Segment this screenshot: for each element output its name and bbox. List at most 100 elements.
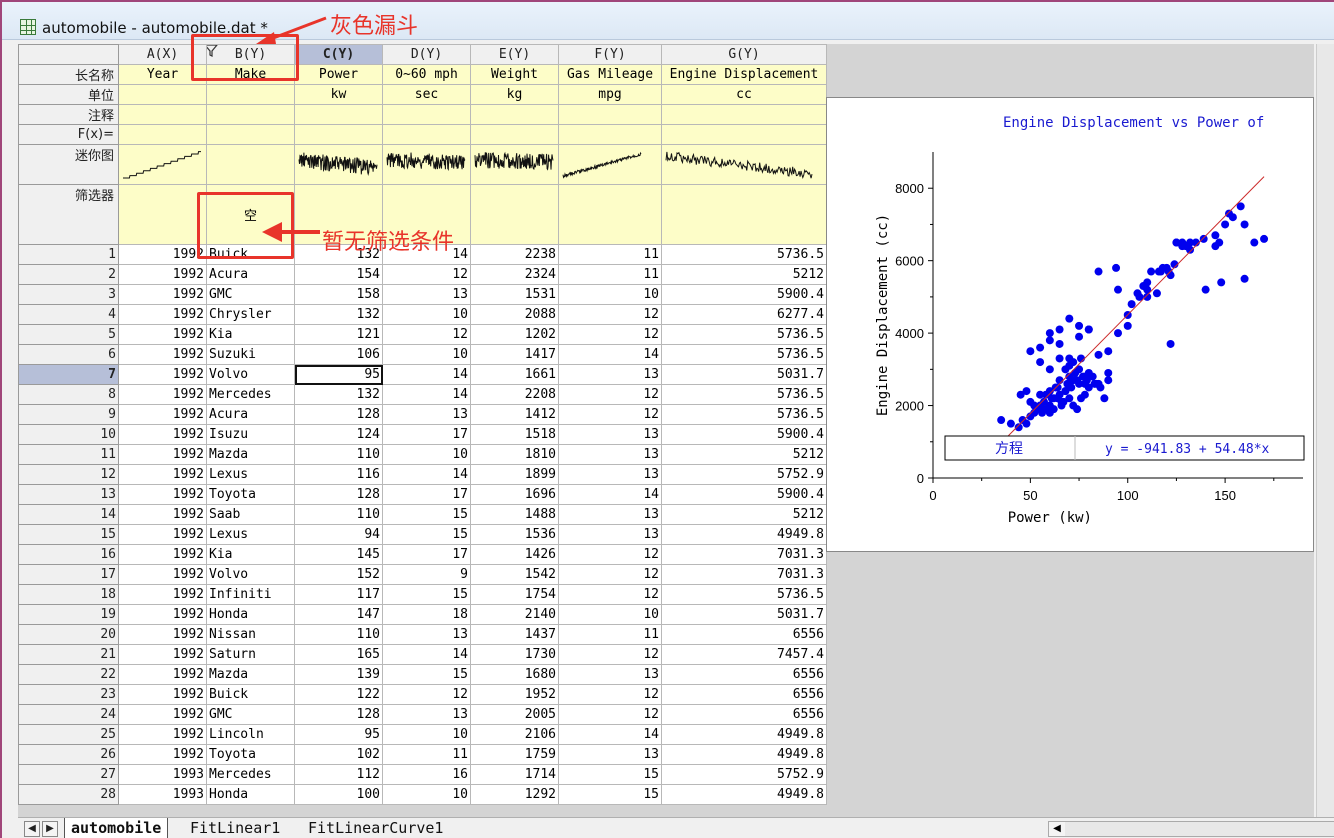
table-cell[interactable]: 2106: [470, 724, 559, 745]
table-cell[interactable]: Acura: [206, 404, 295, 425]
table-cell[interactable]: 1810: [470, 444, 559, 465]
table-cell[interactable]: Lexus: [206, 524, 295, 545]
formula-cell[interactable]: [118, 124, 207, 145]
row-number[interactable]: 16: [18, 544, 119, 565]
data-table[interactable]: A(X) B(Y) C(Y) D(Y) E(Y) F(Y) G(Y) 长名称 Year Make…: [18, 44, 827, 805]
table-cell[interactable]: 1754: [470, 584, 559, 605]
comment-cell[interactable]: [206, 104, 295, 125]
table-cell[interactable]: Mercedes: [206, 384, 295, 405]
table-cell[interactable]: 5736.5: [661, 244, 827, 265]
table-cell[interactable]: 1992: [118, 624, 207, 645]
table-cell[interactable]: 1992: [118, 544, 207, 565]
row-number[interactable]: 21: [18, 644, 119, 665]
table-cell[interactable]: 10: [382, 784, 471, 805]
table-cell[interactable]: 5736.5: [661, 404, 827, 425]
vertical-scrollbar[interactable]: [1316, 44, 1334, 817]
scatter-chart[interactable]: Engine Displacement vs Power of 0 2000 4000…: [827, 98, 1313, 551]
table-cell[interactable]: 128: [294, 404, 383, 425]
table-row[interactable]: 14 1992 Saab 110 15 1488 13 5212: [18, 504, 827, 525]
row-number[interactable]: 19: [18, 604, 119, 625]
table-cell[interactable]: 10: [382, 444, 471, 465]
table-cell[interactable]: 10: [382, 344, 471, 365]
table-cell[interactable]: 1437: [470, 624, 559, 645]
table-cell[interactable]: 1992: [118, 264, 207, 285]
table-row[interactable]: 22 1992 Mazda 139 15 1680 13 6556: [18, 664, 827, 685]
table-cell[interactable]: 13: [382, 284, 471, 305]
row-number[interactable]: 4: [18, 304, 119, 325]
table-row[interactable]: 3 1992 GMC 158 13 1531 10 5900.4: [18, 284, 827, 305]
table-cell[interactable]: 5736.5: [661, 324, 827, 345]
table-cell[interactable]: 1992: [118, 504, 207, 525]
comment-cell[interactable]: [470, 104, 559, 125]
table-cell[interactable]: 1992: [118, 564, 207, 585]
table-cell[interactable]: 7031.3: [661, 564, 827, 585]
column-header[interactable]: F(Y): [558, 44, 662, 65]
table-cell[interactable]: Toyota: [206, 744, 295, 765]
sparkline-cell[interactable]: [661, 144, 827, 185]
table-cell[interactable]: 1488: [470, 504, 559, 525]
filter-cell[interactable]: [558, 184, 662, 245]
table-cell[interactable]: 12: [558, 644, 662, 665]
table-cell[interactable]: 1899: [470, 464, 559, 485]
table-row[interactable]: 5 1992 Kia 121 12 1202 12 5736.5: [18, 324, 827, 345]
table-cell[interactable]: 165: [294, 644, 383, 665]
table-cell[interactable]: 110: [294, 504, 383, 525]
unit-cell[interactable]: kg: [470, 84, 559, 105]
row-number[interactable]: 10: [18, 424, 119, 445]
table-cell[interactable]: 11: [558, 264, 662, 285]
table-cell[interactable]: 5031.7: [661, 364, 827, 385]
table-row[interactable]: 8 1992 Mercedes 132 14 2208 12 5736.5: [18, 384, 827, 405]
filter-cell[interactable]: [661, 184, 827, 245]
table-cell[interactable]: 14: [382, 464, 471, 485]
table-cell[interactable]: 11: [558, 624, 662, 645]
formula-cell[interactable]: [294, 124, 383, 145]
table-cell[interactable]: 1992: [118, 664, 207, 685]
table-cell[interactable]: 128: [294, 484, 383, 505]
meta-row-label[interactable]: 筛选器: [18, 184, 119, 245]
table-cell[interactable]: 124: [294, 424, 383, 445]
long-name-cell[interactable]: 0~60 mph: [382, 64, 471, 85]
table-cell[interactable]: 2324: [470, 264, 559, 285]
table-cell[interactable]: 14: [558, 484, 662, 505]
table-cell[interactable]: 7457.4: [661, 644, 827, 665]
table-cell[interactable]: 116: [294, 464, 383, 485]
table-cell[interactable]: 1531: [470, 284, 559, 305]
table-cell[interactable]: 1992: [118, 744, 207, 765]
comment-cell[interactable]: [661, 104, 827, 125]
table-cell[interactable]: 5900.4: [661, 424, 827, 445]
table-cell[interactable]: 100: [294, 784, 383, 805]
table-cell[interactable]: Honda: [206, 784, 295, 805]
table-cell[interactable]: 1992: [118, 704, 207, 725]
unit-cell[interactable]: cc: [661, 84, 827, 105]
table-cell[interactable]: 1992: [118, 344, 207, 365]
table-cell[interactable]: 1292: [470, 784, 559, 805]
table-cell[interactable]: 1992: [118, 644, 207, 665]
filter-cell[interactable]: [118, 184, 207, 245]
table-cell[interactable]: 13: [558, 364, 662, 385]
table-cell[interactable]: 110: [294, 444, 383, 465]
long-name-cell[interactable]: Power: [294, 64, 383, 85]
table-cell[interactable]: Infiniti: [206, 584, 295, 605]
table-row[interactable]: 15 1992 Lexus 94 15 1536 13 4949.8: [18, 524, 827, 545]
table-cell[interactable]: 12: [558, 404, 662, 425]
table-cell[interactable]: 154: [294, 264, 383, 285]
table-cell[interactable]: 12: [558, 684, 662, 705]
table-cell[interactable]: 1992: [118, 424, 207, 445]
table-cell[interactable]: 2140: [470, 604, 559, 625]
table-cell[interactable]: 13: [382, 404, 471, 425]
table-cell[interactable]: Nissan: [206, 624, 295, 645]
table-cell[interactable]: 1992: [118, 684, 207, 705]
table-cell[interactable]: 1993: [118, 764, 207, 785]
table-cell[interactable]: 12: [558, 564, 662, 585]
table-row[interactable]: 11 1992 Mazda 110 10 1810 13 5212: [18, 444, 827, 465]
table-cell[interactable]: Toyota: [206, 484, 295, 505]
table-cell[interactable]: 1992: [118, 244, 207, 265]
table-cell[interactable]: 132: [294, 304, 383, 325]
comment-cell[interactable]: [382, 104, 471, 125]
table-cell[interactable]: 1412: [470, 404, 559, 425]
row-number[interactable]: 5: [18, 324, 119, 345]
table-cell[interactable]: 1696: [470, 484, 559, 505]
table-cell[interactable]: 1992: [118, 324, 207, 345]
table-cell[interactable]: Volvo: [206, 364, 295, 385]
table-cell[interactable]: 5212: [661, 264, 827, 285]
